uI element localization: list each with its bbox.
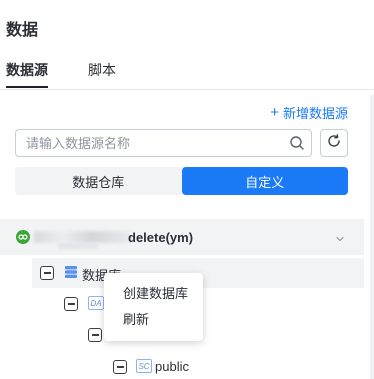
add-datasource-button[interactable]: + 新增数据源 xyxy=(270,103,348,122)
database-tag-icon: DA xyxy=(88,296,104,310)
segment-warehouse[interactable]: 数据仓库 xyxy=(15,167,182,195)
panel-title: 数据 xyxy=(6,22,39,39)
redacted-text xyxy=(34,231,130,243)
context-menu: 创建数据库 刷新 xyxy=(104,273,203,341)
search-input[interactable] xyxy=(26,135,276,151)
tree-connection-row[interactable]: delete(ym) xyxy=(0,219,364,255)
tab-script[interactable]: 脚本 xyxy=(88,60,116,80)
collapse-toggle[interactable] xyxy=(88,328,102,342)
chevron-down-icon[interactable] xyxy=(334,232,346,250)
refresh-button[interactable] xyxy=(320,129,348,157)
schema-tag-icon: SC xyxy=(136,359,152,373)
refresh-icon xyxy=(326,133,342,154)
search-icon[interactable] xyxy=(289,135,305,156)
schema-node-label[interactable]: public xyxy=(155,359,189,374)
plus-icon: + xyxy=(270,103,279,121)
collapse-toggle[interactable] xyxy=(64,297,78,311)
connection-label: delete(ym) xyxy=(128,230,194,245)
segment-custom[interactable]: 自定义 xyxy=(181,167,348,195)
database-icon xyxy=(64,265,78,284)
collapse-toggle[interactable] xyxy=(40,266,54,280)
search-box xyxy=(15,129,312,157)
link-icon xyxy=(16,230,30,249)
scrollbar[interactable] xyxy=(370,95,374,379)
tab-bar: 数据源 脚本 xyxy=(0,60,374,90)
source-type-switch: 数据仓库 自定义 xyxy=(15,167,348,195)
menu-item-create-database[interactable]: 创建数据库 xyxy=(104,281,203,307)
redacted-text xyxy=(58,243,98,249)
collapse-toggle[interactable] xyxy=(113,360,127,374)
add-datasource-label: 新增数据源 xyxy=(282,106,348,121)
menu-item-refresh[interactable]: 刷新 xyxy=(104,307,203,333)
tab-datasource[interactable]: 数据源 xyxy=(6,60,48,88)
